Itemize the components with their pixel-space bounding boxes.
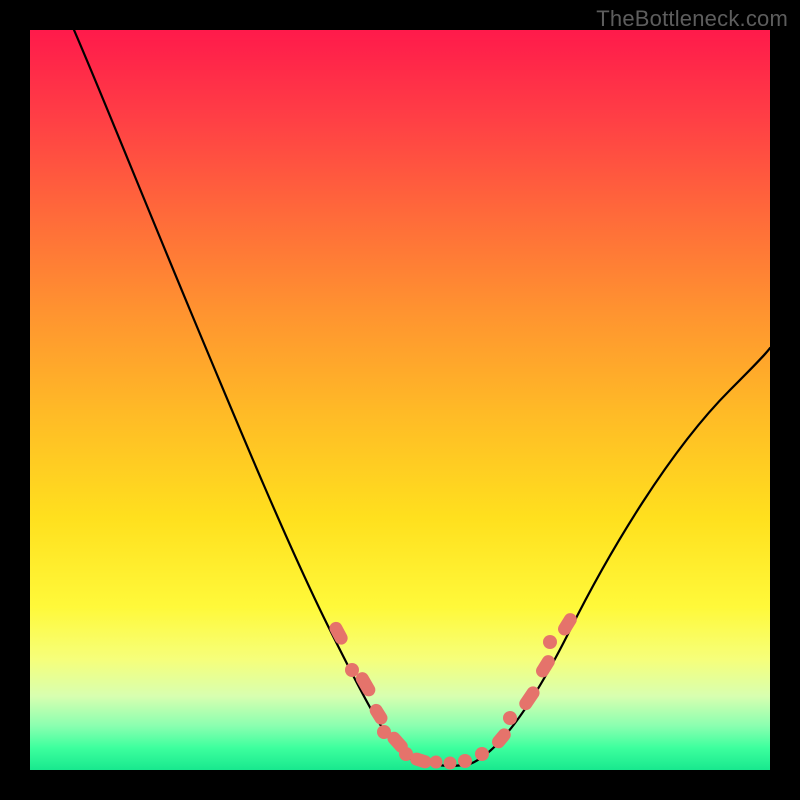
curve-right-branch xyxy=(470,348,770,764)
highlight-right-cluster xyxy=(475,611,579,761)
bottleneck-curve-chart xyxy=(30,30,770,770)
plot-area xyxy=(30,30,770,770)
watermark-text: TheBottleneck.com xyxy=(596,6,788,32)
highlight-left-cluster xyxy=(327,620,472,770)
curve-left-branch xyxy=(74,30,405,756)
